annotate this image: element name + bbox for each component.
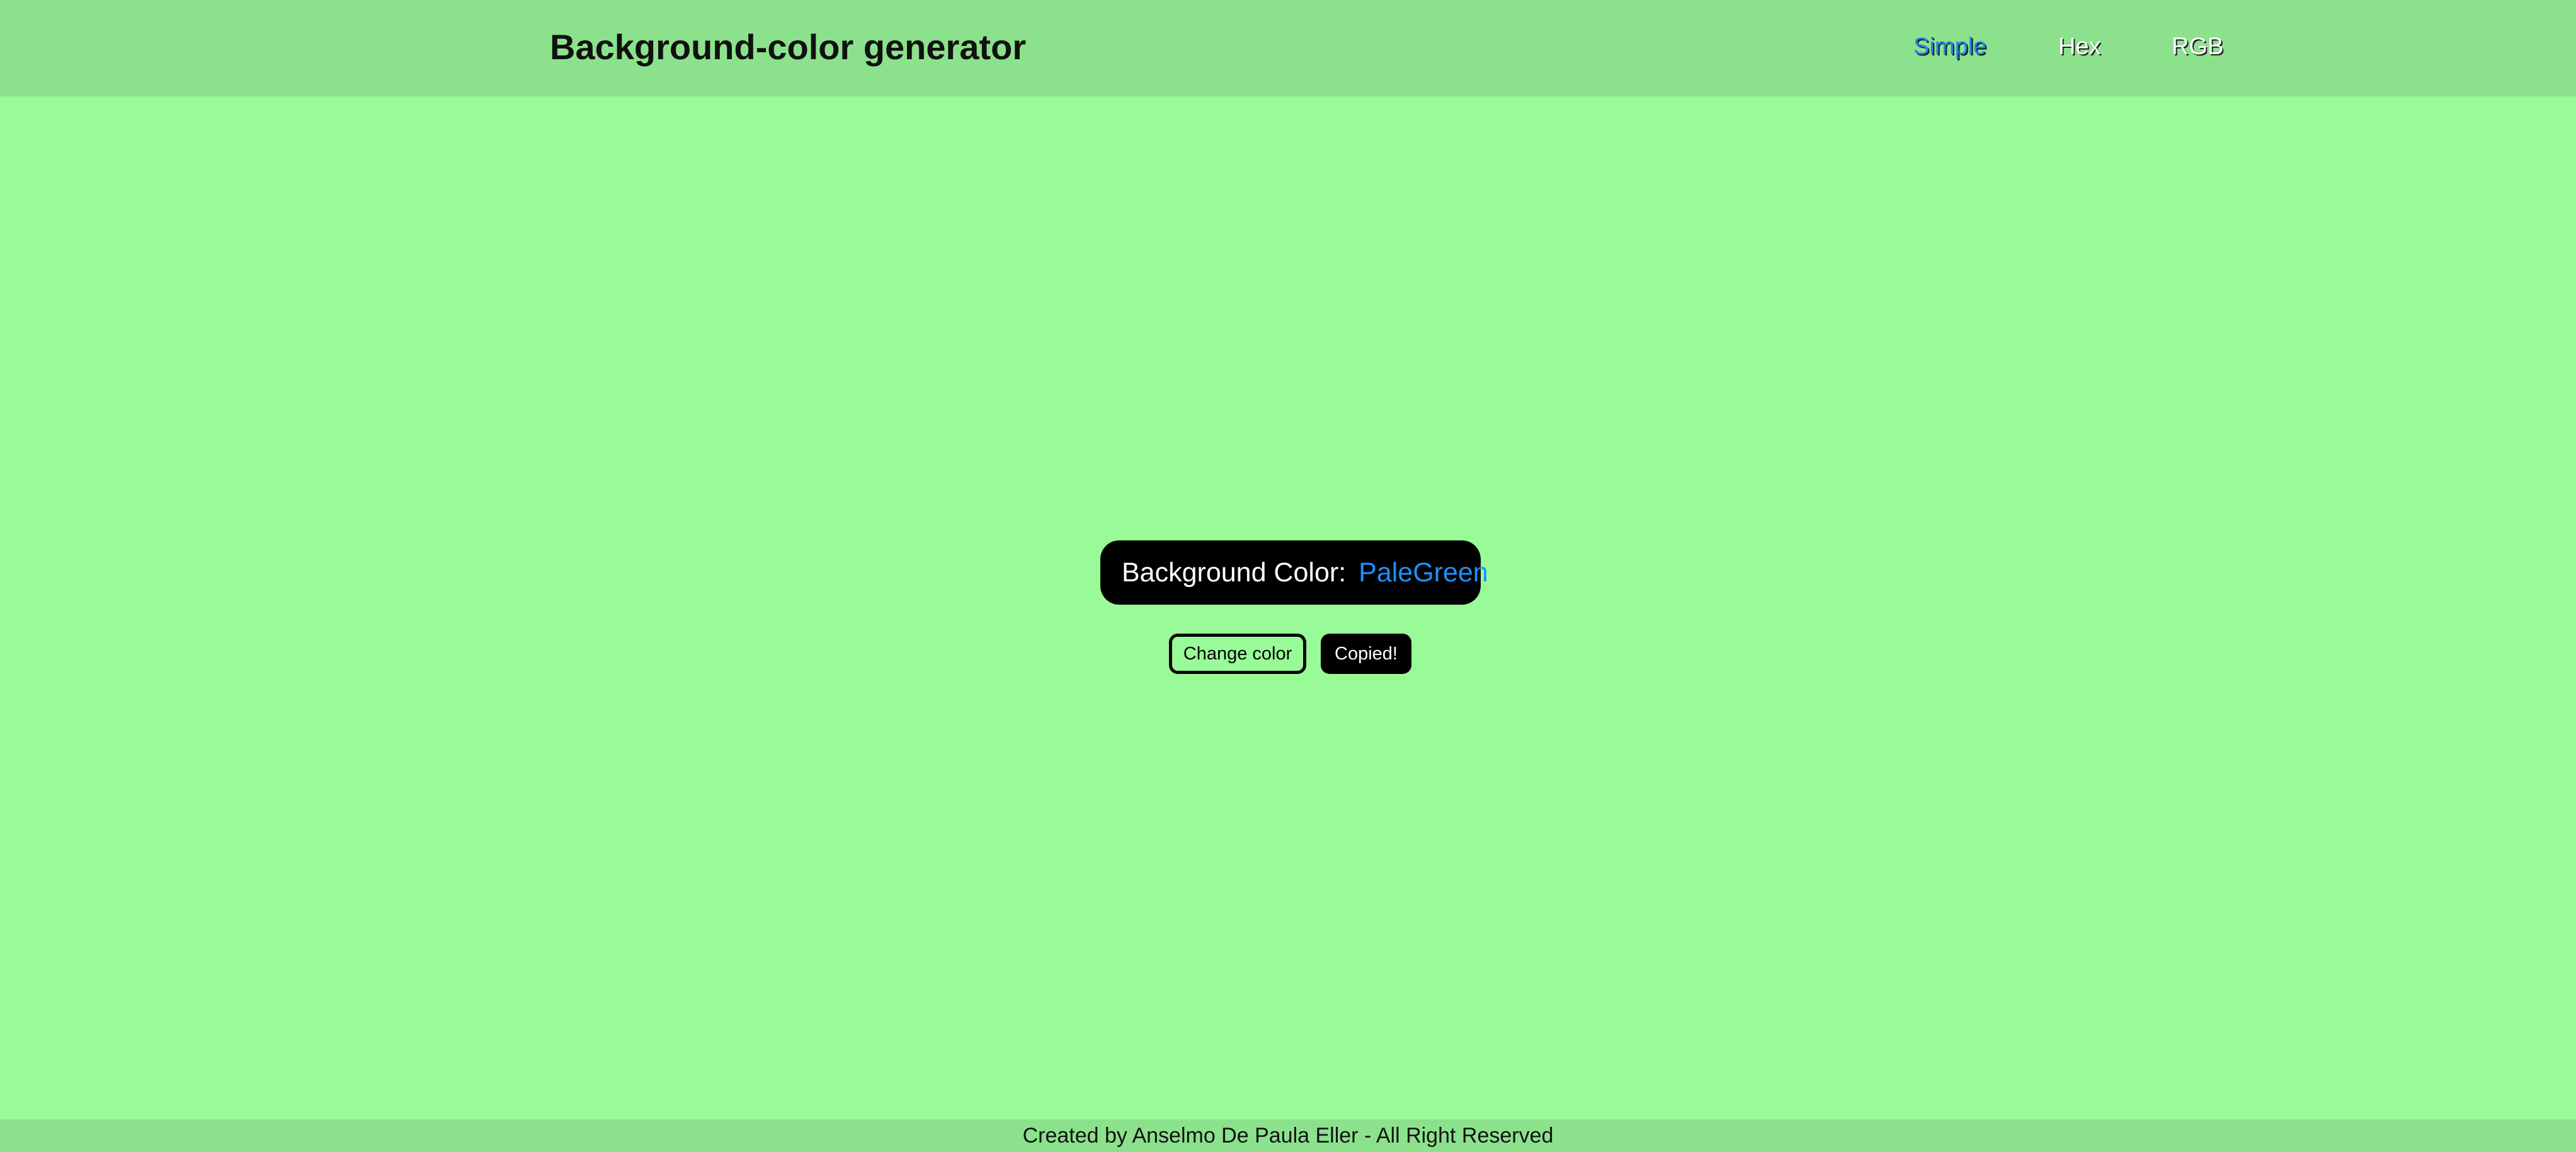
color-display[interactable]: Background Color: PaleGreen [1100, 540, 1488, 605]
nav-link-hex[interactable]: Hex [2058, 30, 2101, 63]
app-title: Background-color generator [550, 27, 1027, 67]
nav-link-simple[interactable]: Simple [1913, 30, 1986, 63]
nav-link-rgb[interactable]: RGB [2172, 30, 2223, 63]
mode-nav: Simple Hex RGB [1913, 30, 2241, 66]
page: Background-color generator Simple Hex RG… [0, 0, 2576, 1152]
top-header: Background-color generator Simple Hex RG… [0, 0, 2576, 96]
change-color-button[interactable]: Change color [1169, 634, 1306, 674]
page-footer: Created by Anselmo De Paula Eller - All … [0, 1119, 2576, 1152]
color-value[interactable]: PaleGreen [1359, 557, 1488, 588]
copy-button[interactable]: Copied! [1321, 634, 1411, 674]
color-label: Background Color: [1122, 557, 1347, 588]
